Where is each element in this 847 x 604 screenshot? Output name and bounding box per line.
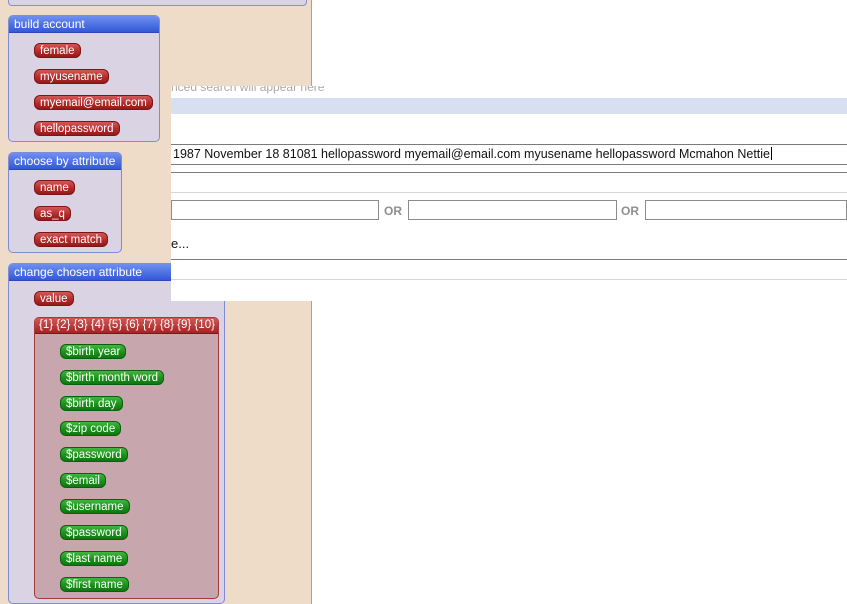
or-field-1[interactable] <box>171 200 379 220</box>
choose-attr-item-as-q[interactable]: as_q <box>34 206 71 221</box>
placeholder-group-header[interactable]: {1} {2} {3} {4} {5} {6} {7} {8} {9} {10} <box>35 318 218 334</box>
search-input-value: 1987 November 18 81081 hellopassword mye… <box>173 147 771 161</box>
build-account-item-password[interactable]: hellopassword <box>34 121 120 136</box>
var-birth-day[interactable]: $birth day <box>60 396 123 411</box>
or-label-1: OR <box>384 204 402 218</box>
var-password[interactable]: $password <box>60 447 128 462</box>
build-account-item-username[interactable]: myusename <box>34 69 109 84</box>
build-account-item-email[interactable]: myemail@email.com <box>34 95 153 110</box>
var-username[interactable]: $username <box>60 499 130 514</box>
or-label-2: OR <box>621 204 639 218</box>
collapsed-group-stub <box>8 0 307 6</box>
divider <box>171 259 847 260</box>
choose-by-attribute-header[interactable]: choose by attribute <box>9 153 121 170</box>
build-account-group: build account female myusename myemail@e… <box>8 15 160 142</box>
divider <box>171 279 847 280</box>
or-field-3[interactable] <box>645 200 847 220</box>
divider <box>171 192 847 193</box>
var-email[interactable]: $email <box>60 473 106 488</box>
var-password-2[interactable]: $password <box>60 525 128 540</box>
search-hint-text: nced search will appear here <box>171 86 325 94</box>
search-form-overlay: nced search will appear here 1987 Novemb… <box>171 86 847 301</box>
var-birth-year[interactable]: $birth year <box>60 344 127 359</box>
text-caret <box>771 147 773 160</box>
form-header-band <box>171 98 847 114</box>
var-zip-code[interactable]: $zip code <box>60 421 122 436</box>
choose-attr-item-exact-match[interactable]: exact match <box>34 232 108 247</box>
var-birth-month-word[interactable]: $birth month word <box>60 370 165 385</box>
choose-attr-item-name[interactable]: name <box>34 180 75 195</box>
or-field-2[interactable] <box>408 200 617 220</box>
choose-by-attribute-group: choose by attribute name as_q exact matc… <box>8 152 122 253</box>
truncated-label: e... <box>171 236 190 251</box>
divider <box>171 172 847 173</box>
var-last-name[interactable]: $last name <box>60 551 129 566</box>
search-input[interactable]: 1987 November 18 81081 hellopassword mye… <box>171 144 847 165</box>
build-account-item-gender[interactable]: female <box>34 43 81 58</box>
build-account-header[interactable]: build account <box>9 16 159 33</box>
var-first-name[interactable]: $first name <box>60 577 129 592</box>
change-attr-item-value[interactable]: value <box>34 291 74 306</box>
